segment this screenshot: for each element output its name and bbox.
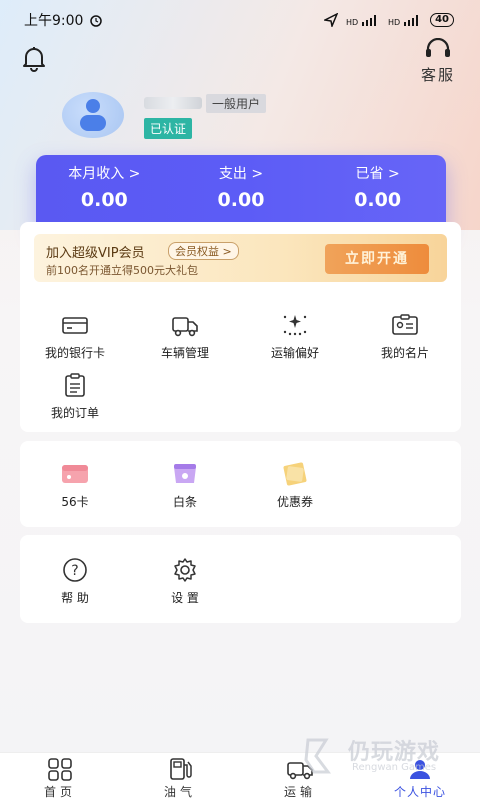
watermark: 仍玩游戏 Rengwan Games <box>300 732 470 782</box>
username-blurred <box>144 97 202 109</box>
vip-subtitle: 前100名开通立得500元大礼包 <box>46 264 198 277</box>
card-56-icon <box>62 465 88 483</box>
signal-icon-2: HD <box>388 15 419 26</box>
nav-profile-label: 个人中心 <box>393 785 446 799</box>
location-icon <box>324 13 339 27</box>
stat-expense-value: 0.00 <box>217 189 265 211</box>
service-credit[interactable]: 白条 <box>130 461 240 510</box>
stat-expense[interactable]: 支出 > 0.00 <box>181 155 301 230</box>
vip-benefits-tag[interactable]: 会员权益 > <box>168 242 239 260</box>
svg-text:?: ? <box>71 563 78 579</box>
avatar[interactable] <box>62 92 124 138</box>
service-credit-label: 白条 <box>172 495 197 509</box>
feature-vehicle-label: 车辆管理 <box>160 346 209 360</box>
help-button[interactable]: ? 帮 助 <box>20 557 130 606</box>
feature-transport-pref-label: 运输偏好 <box>270 346 319 360</box>
stat-income-value: 0.00 <box>80 189 128 211</box>
avatar-person-icon <box>80 99 106 131</box>
status-bar: 上午9:00 HD HD 40 <box>0 0 480 40</box>
nav-fuel-label: 油气 <box>163 785 196 799</box>
customer-service-label: 客服 <box>420 66 455 84</box>
fuel-icon <box>170 758 192 780</box>
coupon-icon <box>283 462 307 486</box>
stat-income-label: 本月收入 > <box>68 166 141 182</box>
service-coupon[interactable]: 优惠券 <box>240 461 350 510</box>
credit-icon <box>174 464 196 483</box>
service-coupon-label: 优惠券 <box>276 495 313 509</box>
bell-icon <box>23 47 45 72</box>
settings-icon <box>174 558 196 582</box>
nav-transport-label: 运输 <box>283 785 316 799</box>
feature-row-2: 我的订单 <box>20 372 461 421</box>
help-icon: ? <box>63 558 87 582</box>
feature-bank-card-label: 我的银行卡 <box>44 346 105 360</box>
status-left: 上午9:00 <box>24 10 103 30</box>
customer-service-button[interactable]: 客服 <box>416 37 460 85</box>
help-row: ? 帮 助 设 置 <box>20 557 461 606</box>
stats-card: 本月收入 > 0.00 支出 > 0.00 已省 > 0.00 <box>36 155 446 230</box>
stat-expense-label: 支出 > <box>218 166 264 182</box>
svg-text:HD: HD <box>388 18 400 26</box>
verified-badge: 已认证 <box>144 118 193 139</box>
headset-icon <box>426 37 450 57</box>
status-time: 上午9:00 <box>24 13 84 29</box>
feature-orders[interactable]: 我的订单 <box>20 372 130 421</box>
help-label: 帮 助 <box>61 591 89 605</box>
feature-bank-card[interactable]: 我的银行卡 <box>20 312 130 361</box>
main-panel: 加入超级VIP会员 会员权益 > 前100名开通立得500元大礼包 立即开通 我… <box>20 222 461 432</box>
services-panel: 56卡 白条 优惠券 <box>20 441 461 527</box>
feature-business-card-label: 我的名片 <box>380 346 429 360</box>
signal-icon: HD <box>346 15 377 26</box>
watermark-subtext: Rengwan Games <box>352 762 437 773</box>
watermark-logo-icon <box>304 738 331 774</box>
settings-label: 设 置 <box>171 591 199 605</box>
username-row: 一般用户 <box>144 93 267 113</box>
services-row: 56卡 白条 优惠券 <box>20 461 461 510</box>
svg-text:HD: HD <box>346 18 358 26</box>
truck-icon <box>172 317 198 337</box>
user-level-badge: 一般用户 <box>206 93 267 113</box>
stat-saved[interactable]: 已省 > 0.00 <box>318 155 438 230</box>
feature-orders-label: 我的订单 <box>50 406 99 420</box>
stat-income[interactable]: 本月收入 > 0.00 <box>44 155 164 230</box>
feature-business-card[interactable]: 我的名片 <box>350 312 460 361</box>
vip-banner[interactable]: 加入超级VIP会员 会员权益 > 前100名开通立得500元大礼包 立即开通 <box>34 234 447 282</box>
stat-saved-label: 已省 > <box>355 166 400 182</box>
nav-home[interactable]: 首页 <box>0 753 120 800</box>
home-grid-icon <box>48 758 72 781</box>
status-right: HD HD 40 <box>324 13 454 27</box>
alarm-icon <box>90 15 103 27</box>
feature-row-1: 我的银行卡 车辆管理 运输偏好 我的名片 <box>20 312 461 361</box>
bank-card-icon <box>62 317 88 334</box>
nav-fuel[interactable]: 油气 <box>120 753 240 800</box>
settings-button[interactable]: 设 置 <box>130 557 240 606</box>
vip-open-button[interactable]: 立即开通 <box>325 244 429 274</box>
feature-transport-pref[interactable]: 运输偏好 <box>240 312 350 361</box>
feature-vehicle[interactable]: 车辆管理 <box>130 312 240 361</box>
help-panel: ? 帮 助 设 置 <box>20 535 461 623</box>
notification-bell-button[interactable] <box>20 44 48 72</box>
stat-saved-value: 0.00 <box>354 189 402 211</box>
clipboard-icon <box>65 373 85 397</box>
nav-home-label: 首页 <box>43 785 76 799</box>
id-card-icon <box>392 314 418 335</box>
sparkle-grid-icon <box>283 315 307 336</box>
service-56-card[interactable]: 56卡 <box>20 461 130 510</box>
battery-icon: 40 <box>430 13 454 27</box>
vip-title: 加入超级VIP会员 <box>46 246 145 261</box>
service-56-card-label: 56卡 <box>61 495 89 509</box>
